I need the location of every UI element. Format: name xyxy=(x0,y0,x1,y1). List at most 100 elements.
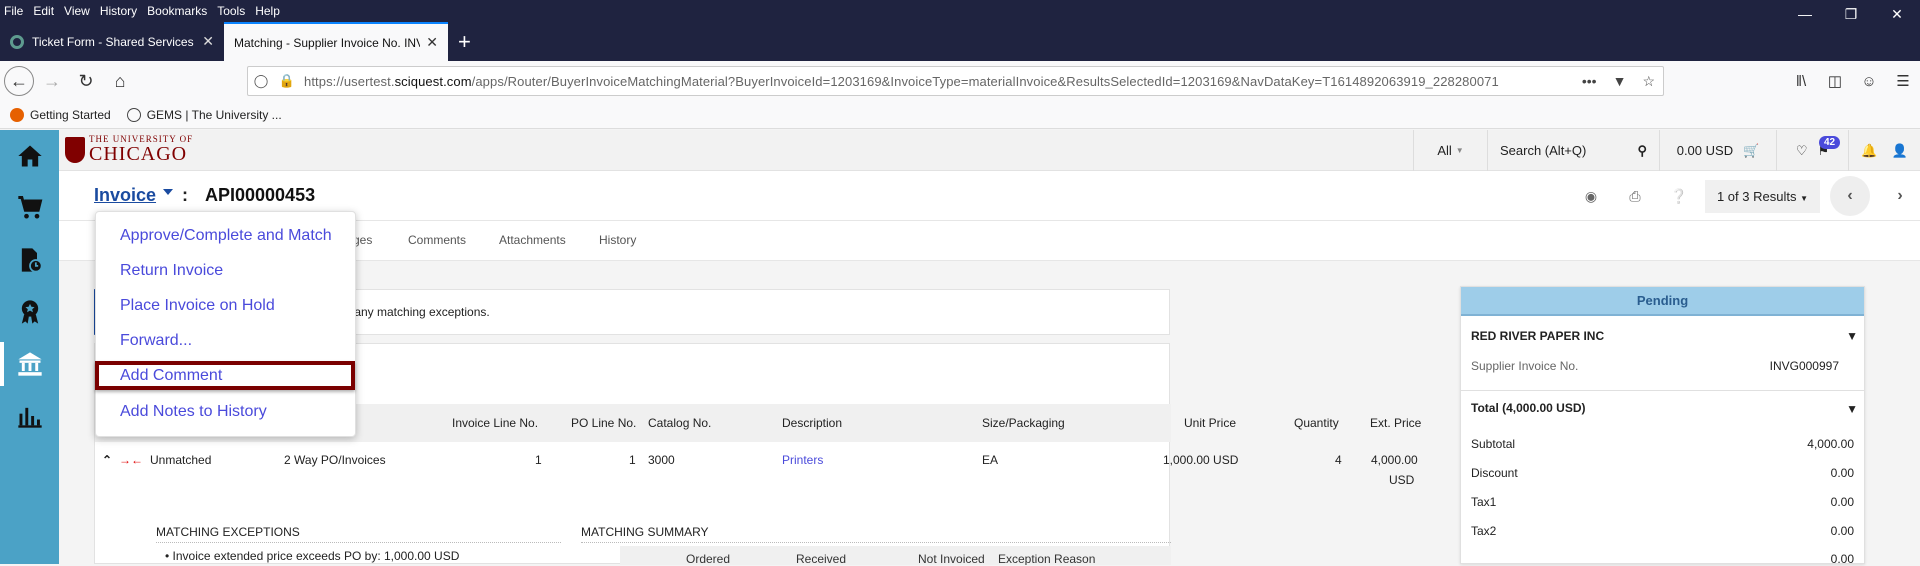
search-placeholder: Search (Alt+Q) xyxy=(1500,143,1587,158)
new-tab-button[interactable]: + xyxy=(448,22,481,61)
url-text[interactable]: https://usertest.sciquest.com/apps/Route… xyxy=(300,74,1574,89)
reload-button[interactable]: ↻ xyxy=(70,65,102,97)
exception-text: Invoice extended price exceeds PO by: 1,… xyxy=(172,549,460,563)
menu-bookmarks[interactable]: Bookmarks xyxy=(143,4,213,18)
url-prefix: https://usertest. xyxy=(304,73,395,89)
sidebar-item-contracts[interactable] xyxy=(0,286,59,338)
library-icon[interactable]: ‖\ xyxy=(1784,73,1818,90)
bookmarks-bar: Getting Started GEMS | The University ..… xyxy=(0,101,1920,129)
hamburger-menu-icon[interactable]: ☰ xyxy=(1886,72,1920,90)
col-not-invoiced: Not Invoiced xyxy=(918,552,985,565)
user-icon[interactable]: 👤 xyxy=(1892,143,1908,159)
invoice-actions-dropdown: Approve/Complete and Match Return Invoic… xyxy=(95,211,356,437)
url-domain: sciquest.com xyxy=(394,73,472,89)
cart-icon: 🛒 xyxy=(1743,142,1760,158)
divider xyxy=(1461,390,1864,391)
invoice-line: 1 xyxy=(535,453,542,467)
notice-text: r any matching exceptions. xyxy=(347,305,490,319)
supplier-name: RED RIVER PAPER INC xyxy=(1471,329,1605,343)
search-scope-select[interactable]: All ▼ xyxy=(1413,130,1487,171)
line-value: 0.00 xyxy=(1830,466,1854,480)
line-value: 4,000.00 xyxy=(1807,437,1854,451)
bookmark-star-icon[interactable]: ☆ xyxy=(1634,73,1663,90)
sidebar-item-shop[interactable] xyxy=(0,182,59,234)
sidebar-icon[interactable]: ◫ xyxy=(1818,72,1852,90)
menu-history[interactable]: History xyxy=(96,4,143,18)
menu-edit[interactable]: Edit xyxy=(29,4,60,18)
menu-item-return-invoice[interactable]: Return Invoice xyxy=(120,262,223,280)
subtotal-row: Subtotal 4,000.00 xyxy=(1471,437,1854,451)
tab-attachments[interactable]: Attachments xyxy=(499,233,566,247)
tab-ticket-form[interactable]: Ticket Form - Shared Services ✕ xyxy=(0,22,224,61)
summary-title: MATCHING SUMMARY xyxy=(581,525,709,539)
chevron-down-icon[interactable]: ▼ xyxy=(1846,329,1858,343)
close-tab-icon[interactable]: ✕ xyxy=(202,33,214,50)
app-topbar: THE UNIVERSITY OF CHICAGO All ▼ Search (… xyxy=(59,130,1920,171)
forward-button[interactable]: → xyxy=(36,65,68,97)
search-scope-label: All xyxy=(1437,143,1452,158)
close-tab-icon[interactable]: ✕ xyxy=(426,34,438,51)
exception-item: • Invoice extended price exceeds PO by: … xyxy=(165,549,460,563)
university-logo[interactable]: THE UNIVERSITY OF CHICAGO xyxy=(65,135,193,164)
line-value: 0.00 xyxy=(1830,524,1854,538)
shield-icon[interactable]: ◯ xyxy=(248,73,274,89)
invoice-actions-menu[interactable]: Invoice xyxy=(94,185,156,206)
tab-matching[interactable]: Matching - Supplier Invoice No. INV ✕ xyxy=(224,22,448,61)
help-icon[interactable]: ❔ xyxy=(1657,188,1701,205)
col-invoice-line: Invoice Line No. xyxy=(452,416,539,430)
menu-item-place-on-hold[interactable]: Place Invoice on Hold xyxy=(120,297,275,315)
unmatched-arrows-icon: →← xyxy=(119,453,143,467)
print-icon[interactable]: ⎙ xyxy=(1613,188,1657,205)
address-bar[interactable]: ◯ 🔒 https://usertest.sciquest.com/apps/R… xyxy=(247,66,1664,96)
menu-item-add-notes-history[interactable]: Add Notes to History xyxy=(120,403,267,421)
bell-icon[interactable]: 🔔 xyxy=(1861,143,1877,159)
tab-history[interactable]: History xyxy=(599,233,636,247)
document-clock-icon xyxy=(21,248,43,273)
menu-help[interactable]: Help xyxy=(251,4,286,18)
description-link[interactable]: Printers xyxy=(782,453,823,467)
cart-button[interactable]: 0.00 USD 🛒 xyxy=(1659,130,1776,171)
divider xyxy=(156,542,561,543)
chevron-down-icon[interactable]: ▼ xyxy=(1846,402,1858,416)
menu-tools[interactable]: Tools xyxy=(213,4,251,18)
shield-crest-icon xyxy=(65,136,85,163)
next-result-button[interactable]: › xyxy=(1880,176,1920,216)
pocket-icon[interactable]: ▼ xyxy=(1605,73,1635,89)
menu-file[interactable]: File xyxy=(0,4,29,18)
line-label: Tax1 xyxy=(1471,495,1497,509)
previous-result-button[interactable]: ‹ xyxy=(1830,176,1870,216)
col-ext-price: Ext. Price xyxy=(1370,416,1422,430)
sidebar-item-home[interactable] xyxy=(0,130,59,182)
bookmark-gems[interactable]: GEMS | The University ... xyxy=(126,107,282,122)
home-button[interactable]: ⌂ xyxy=(104,65,136,97)
caret-down-icon[interactable] xyxy=(163,189,173,195)
status-badge: Pending xyxy=(1461,287,1864,316)
sidebar-item-documents[interactable] xyxy=(0,234,59,286)
col-catalog: Catalog No. xyxy=(648,416,712,430)
quantity: 4 xyxy=(1335,453,1342,467)
more-actions-icon[interactable]: ••• xyxy=(1574,73,1605,89)
search-input[interactable]: Search (Alt+Q) ⚲ xyxy=(1487,130,1659,171)
heart-icon[interactable]: ♡ xyxy=(1796,143,1808,159)
sidebar-item-accounts-payable[interactable] xyxy=(0,338,59,390)
menu-item-approve[interactable]: Approve/Complete and Match xyxy=(120,227,332,245)
home-icon xyxy=(17,145,42,167)
hide-icon[interactable]: ◉ xyxy=(1569,188,1613,205)
menu-item-forward[interactable]: Forward... xyxy=(120,332,192,350)
results-label: 1 of 3 Results xyxy=(1716,188,1797,204)
lock-icon[interactable]: 🔒 xyxy=(274,73,300,89)
menu-view[interactable]: View xyxy=(60,4,96,18)
tab-comments[interactable]: Comments xyxy=(408,233,466,247)
col-description: Description xyxy=(782,416,843,430)
unit-price: 1,000.00 USD xyxy=(1163,453,1239,467)
bank-icon xyxy=(17,352,42,376)
search-icon[interactable]: ⚲ xyxy=(1637,143,1647,159)
discount-row: Discount 0.00 xyxy=(1471,466,1854,480)
results-dropdown[interactable]: 1 of 3 Results ▼ xyxy=(1704,179,1820,213)
add-comment-highlight xyxy=(95,361,355,390)
back-button[interactable]: ← xyxy=(4,66,34,96)
bookmark-getting-started[interactable]: Getting Started xyxy=(10,107,111,122)
account-icon[interactable]: ☺ xyxy=(1852,73,1886,90)
sidebar-item-reports[interactable] xyxy=(0,390,59,442)
collapse-icon[interactable]: ⌃ xyxy=(102,453,112,467)
